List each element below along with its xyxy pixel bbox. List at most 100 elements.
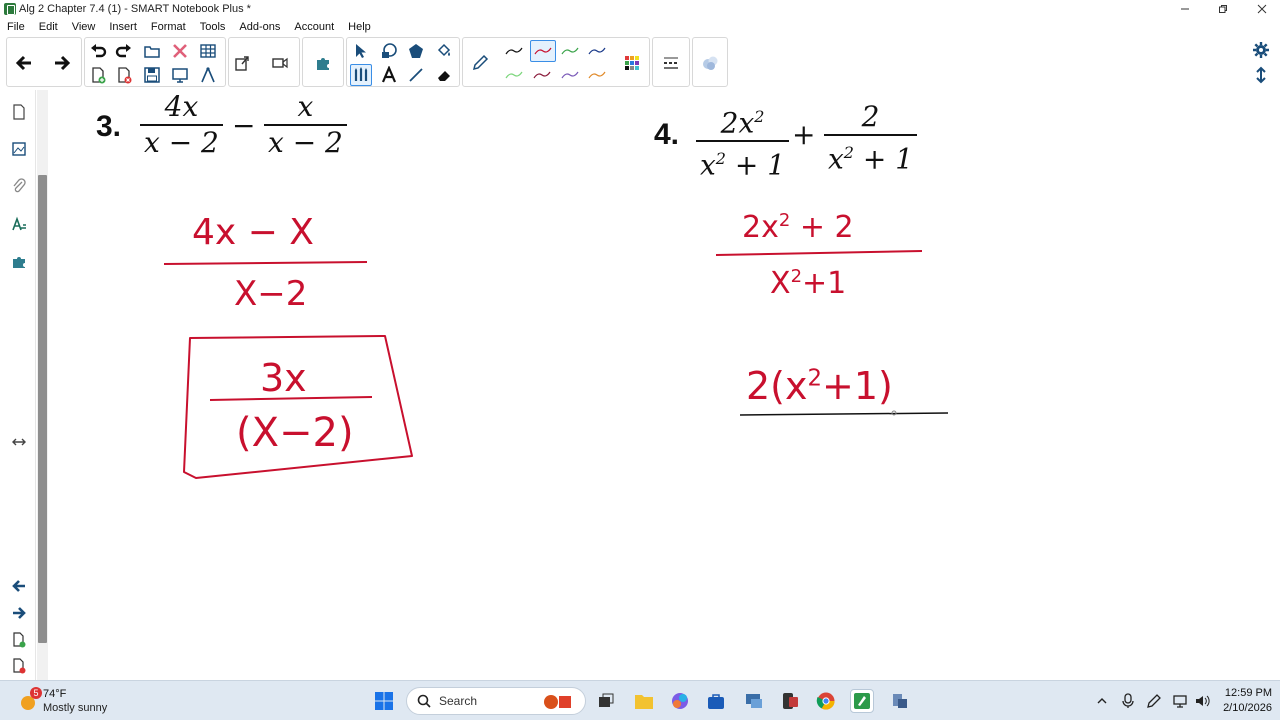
line-tool-button[interactable] <box>405 64 427 86</box>
open-file-button[interactable] <box>141 40 163 62</box>
pens-tool-button[interactable] <box>350 64 372 86</box>
menu-tools[interactable]: Tools <box>193 21 233 33</box>
addon-group <box>302 37 344 87</box>
squiggle-orange-icon <box>588 71 606 79</box>
restore-button[interactable] <box>1206 0 1240 18</box>
delete-page-icon <box>118 67 132 84</box>
clock-date[interactable]: 2/10/2026 <box>1216 702 1272 714</box>
attachments-tab[interactable] <box>9 176 29 196</box>
side-previous-page-button[interactable] <box>9 576 29 596</box>
menu-view[interactable]: View <box>65 21 103 33</box>
problem-4-frac2-den-exponent: 2 <box>843 142 854 162</box>
app-taskbar-button[interactable] <box>888 689 912 713</box>
toolbar-position-button[interactable] <box>1250 64 1272 86</box>
side-add-page-button[interactable] <box>9 630 29 650</box>
problem-3-fraction-2: x x − 2 <box>264 90 347 160</box>
pen-style-red[interactable] <box>530 40 556 62</box>
measurement-tools-button[interactable] <box>197 64 219 86</box>
table-icon <box>200 44 216 58</box>
next-page-button[interactable] <box>51 52 73 74</box>
clock-time[interactable]: 12:59 PM <box>1216 687 1272 699</box>
pencil-icon <box>472 54 489 71</box>
store-button[interactable] <box>704 689 728 713</box>
page-scrollbar-thumb[interactable] <box>38 175 47 643</box>
side-next-page-button[interactable] <box>9 603 29 623</box>
menu-add-ons[interactable]: Add-ons <box>232 21 287 33</box>
phone-link-button[interactable] <box>778 689 802 713</box>
save-button[interactable] <box>141 64 163 86</box>
undo-button[interactable] <box>87 40 109 62</box>
menu-insert[interactable]: Insert <box>102 21 144 33</box>
delete-button[interactable] <box>169 40 191 62</box>
line-style-button[interactable] <box>660 52 682 74</box>
effects-button[interactable] <box>699 52 721 74</box>
pen-type-button[interactable] <box>469 52 491 74</box>
add-page-button[interactable] <box>87 64 109 86</box>
add-ons-tab[interactable] <box>9 252 29 272</box>
volume-button[interactable] <box>1190 689 1214 713</box>
delete-page-button[interactable] <box>113 64 135 86</box>
file-explorer-button[interactable] <box>632 689 656 713</box>
page-icon <box>13 104 25 120</box>
menu-format[interactable]: Format <box>144 21 193 33</box>
weather-description: Mostly sunny <box>43 702 108 714</box>
smart-notebook-taskbar-button[interactable] <box>850 689 874 713</box>
gallery-icon <box>12 142 26 156</box>
minimize-button[interactable] <box>1168 0 1202 18</box>
edit-group <box>84 37 226 87</box>
share-button[interactable] <box>231 52 253 74</box>
resize-panel-handle[interactable] <box>9 432 29 452</box>
page-sorter-tab[interactable] <box>9 102 29 122</box>
copilot-icon <box>672 693 688 709</box>
problem-4-frac1-num-exponent: 2 <box>754 107 765 126</box>
pen-style-lightgreen[interactable] <box>503 64 525 86</box>
chrome-button[interactable] <box>814 689 838 713</box>
redo-button[interactable] <box>113 40 135 62</box>
side-delete-page-button[interactable] <box>9 656 29 676</box>
squiggle-red-icon <box>534 47 552 55</box>
close-button[interactable] <box>1245 0 1279 18</box>
text-tool-button[interactable] <box>378 64 400 86</box>
taskbar-search[interactable]: Search <box>406 687 586 715</box>
task-view-button[interactable] <box>594 689 618 713</box>
menu-help[interactable]: Help <box>341 21 378 33</box>
gallery-tab[interactable] <box>9 139 29 159</box>
pen-style-black[interactable] <box>503 40 525 62</box>
insert-table-button[interactable] <box>197 40 219 62</box>
restore-icon <box>1219 5 1227 13</box>
add-ons-button[interactable] <box>312 52 334 74</box>
show-hidden-icons-button[interactable] <box>1090 689 1114 713</box>
paint-bucket-icon <box>437 43 451 57</box>
menu-bar: File Edit View Insert Format Tools Add-o… <box>0 18 1280 36</box>
polygon-tool-button[interactable] <box>405 40 427 62</box>
pen-menu-icon <box>1147 694 1161 708</box>
network-button[interactable] <box>1168 689 1192 713</box>
pen-style-blue[interactable] <box>586 40 608 62</box>
menu-edit[interactable]: Edit <box>32 21 65 33</box>
pen-menu-button[interactable] <box>1142 689 1166 713</box>
pen-style-orange[interactable] <box>586 64 608 86</box>
menu-file[interactable]: File <box>0 21 32 33</box>
record-button[interactable] <box>269 52 291 74</box>
pen-style-darkred[interactable] <box>531 64 553 86</box>
fill-tool-button[interactable] <box>433 40 455 62</box>
copilot-button[interactable] <box>668 689 692 713</box>
properties-tab[interactable] <box>9 214 29 234</box>
eraser-tool-button[interactable] <box>433 64 455 86</box>
select-tool-button[interactable] <box>350 40 372 62</box>
start-button[interactable] <box>372 689 396 713</box>
microphone-button[interactable] <box>1116 689 1140 713</box>
pen-style-green[interactable] <box>559 40 581 62</box>
window-title: Alg 2 Chapter 7.4 (1) - SMART Notebook P… <box>19 3 251 15</box>
ink-p4-step2-exp: 2 <box>807 365 823 392</box>
previous-page-button[interactable] <box>13 52 35 74</box>
shapes-tool-button[interactable] <box>378 40 400 62</box>
remote-desktop-button[interactable] <box>742 689 766 713</box>
notebook-page[interactable]: 3. 4x x − 2 − x x − 2 4. 2x2 x2 + 1 + 2 … <box>48 90 1234 680</box>
screen-shade-button[interactable] <box>169 64 191 86</box>
settings-button[interactable] <box>1250 39 1272 61</box>
weather-widget[interactable]: 5 74°F Mostly sunny <box>14 685 124 717</box>
pen-style-purple[interactable] <box>559 64 581 86</box>
menu-account[interactable]: Account <box>287 21 341 33</box>
color-palette-button[interactable] <box>621 52 643 74</box>
